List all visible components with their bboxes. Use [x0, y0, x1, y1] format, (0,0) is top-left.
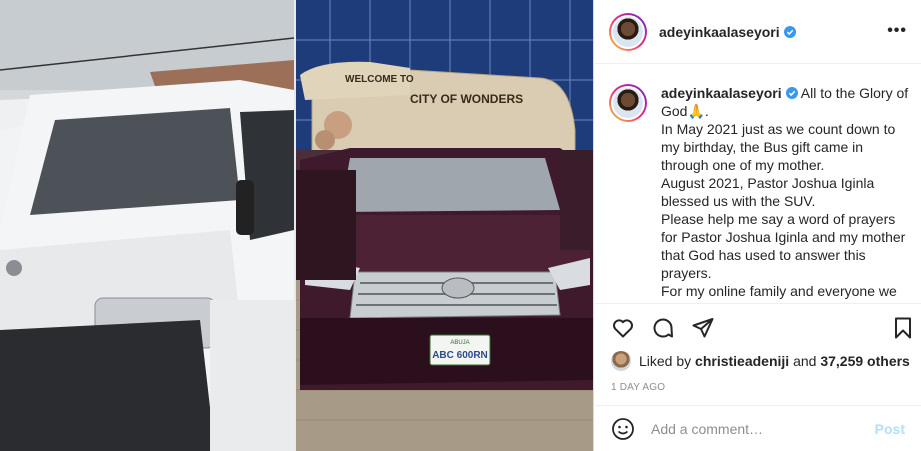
comment-bar: Post [595, 405, 921, 451]
verified-badge-icon [783, 25, 796, 38]
liked-by-user-link[interactable]: christieadeniji [695, 353, 789, 369]
post-timestamp[interactable]: 1 DAY AGO [611, 382, 665, 393]
caption-username[interactable]: adeyinkaalaseyori [661, 85, 798, 101]
post-comment-button[interactable]: Post [875, 421, 905, 437]
verified-badge-icon [785, 87, 798, 99]
plate-state-text: ABUJA [450, 340, 469, 346]
caption-line-5: For my online family and everyone we [661, 283, 897, 299]
likes-prefix: Liked by [639, 353, 696, 369]
plate-number-text: ABC 600RN [432, 350, 488, 361]
caption-line-3: August 2021, Pastor Joshua Iginla blesse… [661, 175, 875, 209]
heart-icon[interactable] [611, 316, 635, 340]
username-link[interactable]: adeyinkaalaseyori [659, 24, 796, 40]
share-icon[interactable] [691, 316, 715, 340]
comment-icon[interactable] [651, 316, 675, 340]
post-media[interactable]: WELCOME TO CITY OF WONDERS ABUJA ABC 600… [0, 0, 594, 451]
post-panel: adeyinkaalaseyori ••• adeyinkaalaseyori … [595, 0, 921, 451]
caption-text: adeyinkaalaseyori All to the Glory of Go… [661, 84, 913, 300]
bookmark-icon[interactable] [891, 316, 915, 340]
post-header: adeyinkaalaseyori ••• [595, 0, 921, 64]
arch-city-text: CITY OF WONDERS [410, 92, 523, 106]
avatar[interactable] [609, 12, 647, 51]
comment-input[interactable] [651, 420, 861, 437]
likes-count-link[interactable]: 37,259 others [820, 353, 910, 369]
caption-line-4: Please help me say a word of prayers for… [661, 211, 906, 281]
smile-icon[interactable] [611, 417, 635, 441]
arch-welcome-text: WELCOME TO [345, 74, 414, 85]
liker-avatar[interactable] [611, 351, 631, 371]
post-photo: WELCOME TO CITY OF WONDERS ABUJA ABC 600… [0, 0, 593, 451]
caption-area: adeyinkaalaseyori All to the Glory of Go… [595, 64, 921, 304]
more-options-icon[interactable]: ••• [887, 23, 907, 39]
caption-username-text: adeyinkaalaseyori [661, 85, 782, 101]
likes-joiner: and [789, 353, 821, 369]
caption-row: adeyinkaalaseyori All to the Glory of Go… [609, 84, 915, 300]
username-text: adeyinkaalaseyori [659, 23, 780, 40]
caption-line-2: In May 2021 just as we count down to my … [661, 121, 896, 173]
action-bar [595, 304, 921, 350]
likes-summary: Liked by christieadeniji and 37,259 othe… [611, 351, 910, 371]
caption-avatar[interactable] [609, 84, 647, 122]
